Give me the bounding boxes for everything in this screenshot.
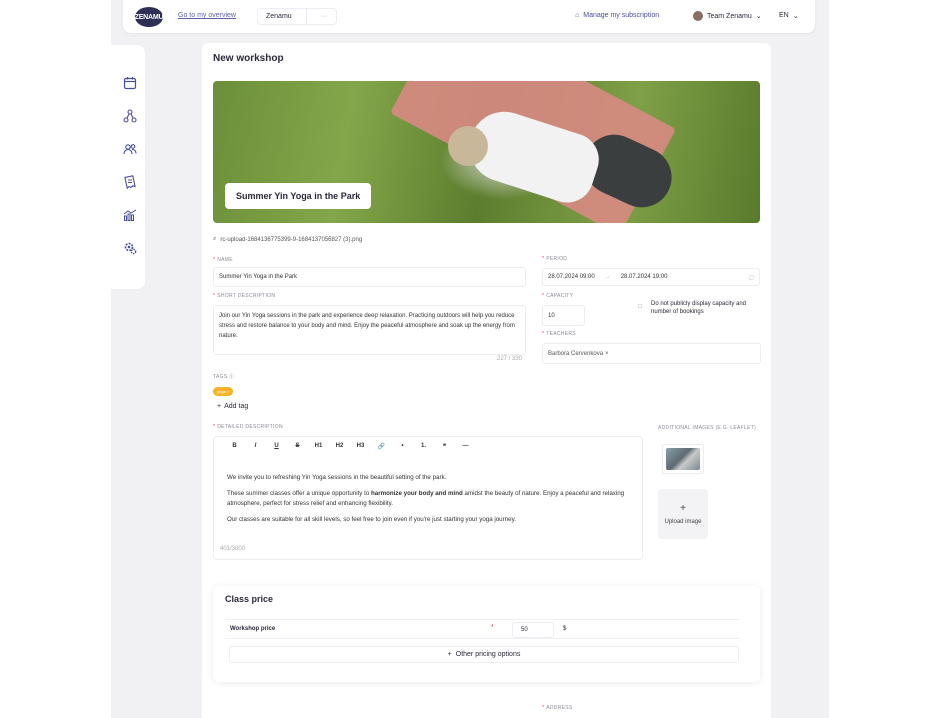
detailed-description-label: * DETAILED DESCRIPTION [213, 424, 283, 430]
required-mark: * [491, 624, 494, 631]
info-icon: ⓘ [229, 374, 235, 380]
receipt-icon[interactable] [123, 175, 137, 190]
tags-label: TAGS ⓘ [213, 374, 235, 380]
plus-icon: + [217, 403, 222, 410]
people-icon[interactable] [123, 142, 137, 156]
additional-images-label: ADDITIONAL IMAGES (E.G. LEAFLET) [658, 425, 757, 431]
plus-icon: + [680, 503, 686, 514]
language-selector[interactable]: EN ⌄ [779, 12, 799, 20]
teachers-select[interactable]: Barbora Cervenkova × [542, 343, 761, 364]
italic-button[interactable]: I [245, 443, 266, 450]
editor-counter: 401/3000 [220, 546, 246, 552]
period-range-picker[interactable]: 28.07.2024 09:00 → 28.07.2024 19:00 ▢ [542, 268, 760, 286]
heading3-button[interactable]: H3 [350, 443, 371, 450]
settings-gear-icon[interactable] [123, 241, 137, 255]
page-title: New workshop [213, 53, 284, 64]
calendar-icon[interactable]: ▢ [748, 274, 754, 281]
strikethrough-button[interactable]: S [287, 443, 308, 450]
workshop-price-label: Workshop price [230, 626, 276, 632]
period-start[interactable]: 28.07.2024 09:00 [548, 274, 595, 280]
additional-image-thumbnail[interactable] [662, 444, 704, 474]
team-selector[interactable]: Team Zenamu ⌄ [693, 11, 762, 21]
short-description-counter: 227 / 330 [497, 356, 523, 362]
workshop-cover-image[interactable]: Summer Yin Yoga in the Park [213, 81, 760, 223]
quote-icon[interactable]: ❝ [434, 443, 455, 450]
teacher-name: Barbora Cervenkova [548, 350, 604, 357]
short-description-input[interactable]: Join our Yin Yoga sessions in the park a… [213, 305, 526, 355]
editor-paragraph: These summer classes offer a unique oppo… [227, 490, 625, 507]
plus-icon: + [447, 651, 452, 658]
numbered-list-icon[interactable]: 1. [413, 443, 434, 450]
close-icon[interactable]: × [605, 351, 609, 357]
editor-paragraph: Our classes are suitable for all skill l… [227, 516, 516, 523]
sidebar [111, 45, 145, 289]
arrow-right-icon: → [604, 274, 611, 280]
figure-shape [448, 126, 488, 166]
upload-image-button[interactable]: + Upload image [658, 489, 708, 539]
editor-toolbar: B I U S H1 H2 H3 🔗 • 1. ❝ — [224, 443, 476, 450]
teacher-chip: Barbora Cervenkova × [548, 351, 609, 357]
currency-label: $ [563, 626, 567, 632]
period-label: * PERIOD [542, 256, 568, 262]
teachers-label: * TEACHERS [542, 331, 576, 337]
divider [305, 9, 307, 24]
class-price-title: Class price [225, 594, 274, 604]
bold-button[interactable]: B [224, 443, 245, 450]
period-end[interactable]: 28.07.2024 19:00 [621, 274, 668, 280]
uploaded-file[interactable]: ⌕ rc-upload-1684136775399-9-168413705682… [213, 236, 362, 243]
bullet-list-icon[interactable]: • [392, 443, 413, 450]
heading2-button[interactable]: H2 [329, 443, 350, 450]
manage-subscription-button[interactable]: ⌂ Manage my subscription [575, 12, 659, 19]
file-name: rc-upload-1684136775399-9-1684137056827 … [220, 236, 363, 243]
underline-button[interactable]: U [266, 443, 287, 450]
editor-content[interactable]: We invite you to refreshing Yin Yoga ses… [227, 473, 632, 531]
horizontal-rule-icon[interactable]: — [455, 443, 476, 450]
paperclip-icon: ⌕ [213, 236, 217, 242]
name-label: * NAME [213, 257, 233, 263]
top-bar: ZENAMU Go to my overview Zenamu ··· ⌂ Ma… [123, 0, 815, 33]
address-label: * ADDRESS [542, 705, 573, 711]
link-icon[interactable]: 🔗 [371, 443, 392, 450]
studio-selector[interactable]: Zenamu ··· [257, 8, 337, 25]
chevron-down-icon: ⌄ [792, 13, 799, 20]
tag-pill[interactable]: yoga × [213, 387, 234, 396]
team-label: Team Zenamu [707, 12, 752, 20]
hide-capacity-label: Do not publicly display capacity and num… [651, 301, 747, 315]
short-description-label: * SHORT DESCRIPTION [213, 293, 276, 299]
zenamu-logo[interactable]: ZENAMU [135, 7, 164, 27]
workshop-form-panel: New workshop Summer Yin Yoga in the Park… [202, 43, 771, 718]
go-to-overview-link[interactable]: Go to my overview [178, 12, 236, 19]
name-input[interactable]: Summer Yin Yoga in the Park [213, 267, 526, 287]
subscription-label: Manage my subscription [583, 12, 660, 19]
heading1-button[interactable]: H1 [308, 443, 329, 450]
hierarchy-icon[interactable] [123, 109, 137, 123]
avatar [693, 11, 703, 21]
language-label: EN [779, 12, 789, 19]
chevron-down-icon: ⌄ [755, 13, 762, 20]
chart-icon[interactable] [123, 208, 137, 222]
add-tag-button[interactable]: + Add tag [217, 403, 248, 410]
workshop-price-input[interactable]: 50 [512, 622, 554, 638]
other-pricing-options-button[interactable]: + Other pricing options [229, 646, 739, 663]
upload-image-label: Upload image [664, 519, 702, 525]
add-tag-label: Add tag [224, 403, 249, 410]
hide-capacity-checkbox[interactable] [638, 304, 642, 308]
workshop-price-row: Workshop price * 50 $ [225, 619, 740, 639]
shop-icon: ⌂ [575, 12, 580, 19]
rich-text-editor[interactable]: B I U S H1 H2 H3 🔗 • 1. ❝ — We invite yo… [213, 436, 643, 560]
banner-title: Summer Yin Yoga in the Park [225, 183, 372, 209]
capacity-label: * CAPACITY [542, 293, 574, 299]
capacity-input[interactable]: 10 [542, 305, 585, 326]
more-options-icon[interactable]: ··· [321, 9, 328, 24]
calendar-icon[interactable] [123, 76, 137, 90]
studio-name: Zenamu [266, 13, 292, 20]
class-price-card: Class price Workshop price * 50 $ + Othe… [213, 586, 760, 682]
editor-paragraph: We invite you to refreshing Yin Yoga ses… [227, 474, 447, 481]
other-pricing-label: Other pricing options [455, 651, 521, 658]
leaflet-image [666, 448, 700, 470]
